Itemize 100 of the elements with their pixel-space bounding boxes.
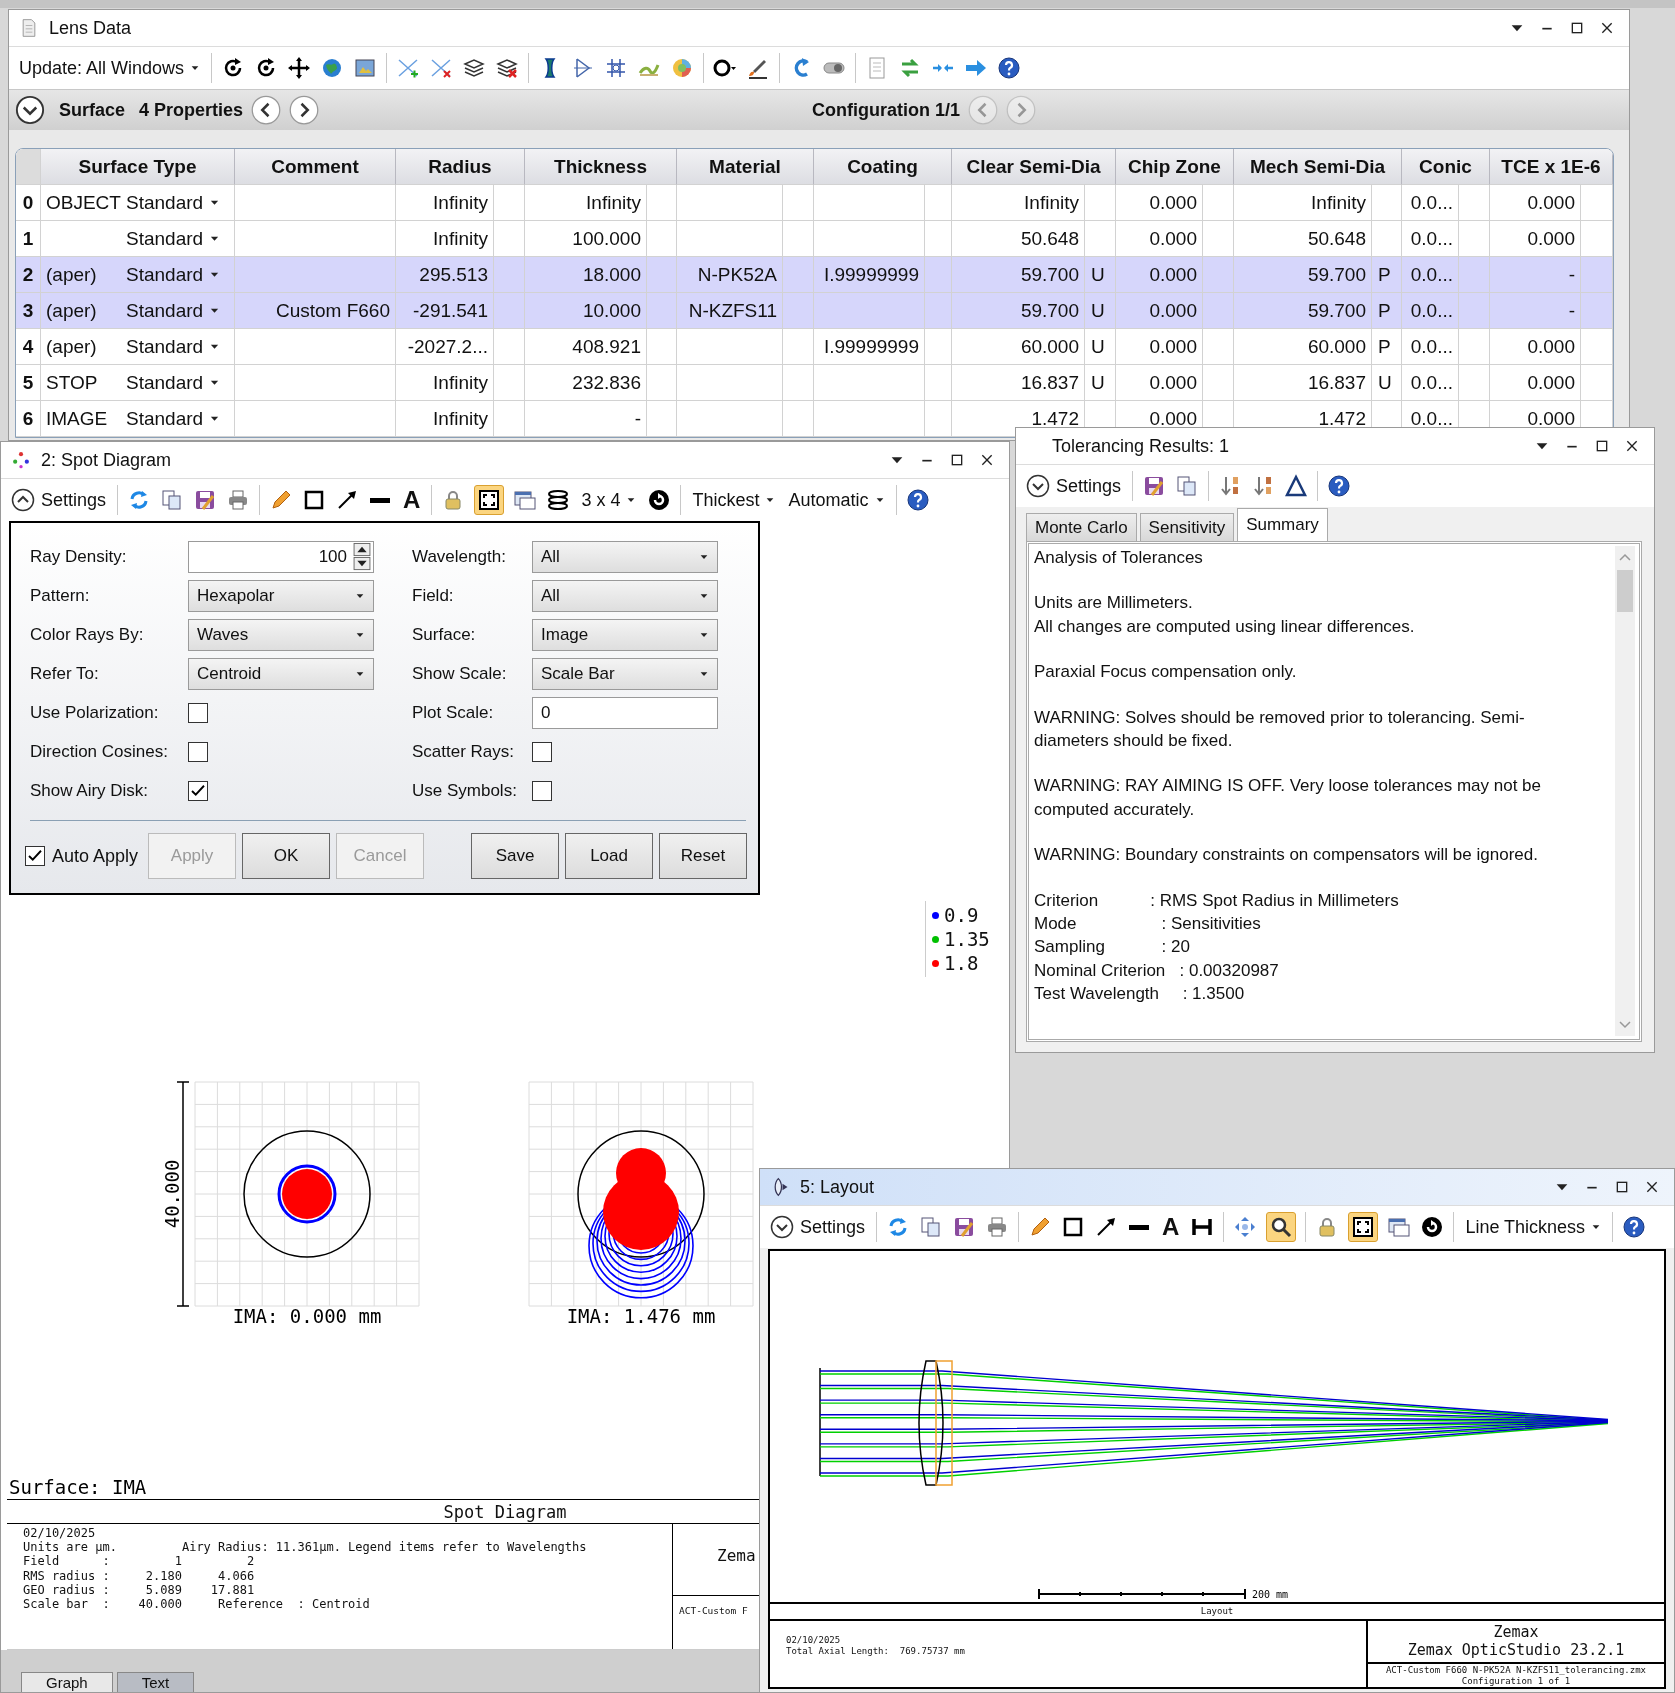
table-row[interactable]: 0 OBJECT Standard Infinity Infinity Infinity 0.000 Infinity 0.0... 0.000 [16, 185, 1613, 221]
dropdown-field[interactable]: Image [532, 618, 718, 651]
scrollbar[interactable] [1615, 546, 1635, 1036]
settings-button[interactable]: Settings [9, 488, 109, 512]
dropdown-field[interactable]: Scale Bar [532, 657, 718, 690]
brand-text: Zemax OpticStudio 23.2.1 [1406, 1641, 1626, 1659]
summary-text: Paraxial Focus compensation only. [1034, 661, 1298, 684]
tab[interactable]: Graph [21, 1672, 113, 1692]
field-label: Wavelength: [412, 546, 507, 567]
caret-icon [765, 495, 776, 505]
close-icon[interactable] [1624, 438, 1640, 454]
checkbox[interactable] [188, 780, 208, 801]
dropdown-field[interactable]: Hexapolar [188, 579, 374, 612]
summary-text: Mode : Sensitivities [1034, 913, 1262, 936]
checkbox-label[interactable]: Auto Apply [52, 845, 139, 867]
table-cell: Infinity [396, 401, 494, 437]
field-label: Use Polarization: [30, 702, 160, 723]
type-dropdown[interactable]: Standard [121, 401, 235, 437]
help-icon[interactable] [1327, 474, 1352, 498]
magnifier-toggle[interactable] [1266, 1212, 1297, 1242]
help-icon[interactable] [905, 488, 930, 512]
settings-button[interactable]: Settings [1024, 474, 1124, 498]
layers-icon[interactable] [546, 488, 571, 512]
settings-button[interactable]: Settings [768, 1215, 868, 1239]
dropdown-button[interactable]: Update: All Windows [17, 57, 203, 79]
dialog-button[interactable]: Load [565, 833, 654, 879]
window-icon[interactable] [1387, 1215, 1412, 1239]
help-icon[interactable] [1622, 1215, 1647, 1239]
window-title: Lens Data [49, 17, 132, 39]
dropdown-button[interactable]: Line Thickness [1463, 1216, 1604, 1238]
field-label: Pattern: [30, 585, 91, 606]
rotate-icon[interactable] [647, 488, 672, 512]
tab[interactable]: Sensitivity [1139, 513, 1235, 541]
window-icon[interactable] [513, 488, 538, 512]
close-icon[interactable] [979, 452, 995, 468]
table-row[interactable]: 1 Standard Infinity 100.000 50.648 0.000 50.648 0.0... 0.000 [16, 221, 1613, 257]
dropdown-field[interactable]: Waves [188, 618, 374, 651]
checkbox[interactable] [25, 846, 45, 866]
dialog-button[interactable]: OK [242, 833, 331, 879]
chevron-right-icon[interactable] [289, 95, 320, 125]
summary-text: WARNING: Boundary constraints on compensators will be ignored. [1034, 844, 1539, 867]
fit-frame-icon [1351, 1215, 1376, 1239]
tab[interactable]: Monte Carlo [1026, 513, 1137, 541]
spinner-icon[interactable] [353, 542, 371, 571]
table-row[interactable]: 4 (aper) Standard -2027.2... 408.921 I.99999999 60.000 U 0.000 60.000 P 0.0... 0.000 [16, 329, 1613, 365]
maximize-icon[interactable] [1594, 438, 1610, 454]
table-row[interactable]: 3 (aper) Standard Custom F660 -291.541 10.000 N-KZFS11 59.700 U 0.000 59.700 P 0.0... - [16, 293, 1613, 329]
info-text: Total Axial Length: 769.75737 mm [786, 1646, 966, 1657]
rotate-icon[interactable] [1420, 1215, 1445, 1239]
move-icon[interactable] [1233, 1215, 1258, 1239]
maximize-icon[interactable] [1569, 20, 1585, 36]
fit-frame-toggle[interactable] [1348, 1212, 1379, 1242]
table-row[interactable]: 2 (aper) Standard 295.513 18.000 N-PK52A I.99999999 59.700 U 0.000 59.700 P 0.0... - [16, 257, 1613, 293]
tab[interactable]: Text [116, 1672, 195, 1692]
fit-frame-icon [477, 488, 502, 512]
dropdown-button[interactable]: Thickest [690, 489, 778, 511]
summary-text: Units are Millimeters. [1034, 592, 1194, 615]
close-icon[interactable] [1644, 1179, 1660, 1195]
field-label: Direction Cosines: [30, 741, 169, 762]
checkbox[interactable] [188, 741, 208, 762]
table-row[interactable]: 5 STOP Standard Infinity 232.836 16.837 U 0.000 16.837 U 0.0... 0.000 [16, 365, 1613, 401]
info-text: 02/10/2025 [23, 1526, 97, 1541]
table-row[interactable]: 6 IMAGE Standard Infinity - 1.472 0.000 1.472 0.0... 0.000 [16, 401, 1613, 437]
dialog-button[interactable]: Save [471, 833, 560, 879]
close-icon[interactable] [1599, 20, 1615, 36]
checkbox[interactable] [532, 741, 552, 762]
ray-add-icon[interactable] [396, 56, 421, 80]
dropdown-button[interactable]: Automatic [786, 489, 887, 511]
dropdown-field[interactable]: All [532, 540, 718, 573]
chevron-down-icon[interactable] [15, 95, 45, 125]
dropdown-field[interactable]: All [532, 579, 718, 612]
number-field[interactable]: 100 [188, 540, 374, 573]
dialog-button[interactable]: Reset [659, 833, 748, 879]
crosshair-icon[interactable] [287, 56, 312, 80]
dropdown-button[interactable]: 3 x 4 [579, 489, 639, 511]
stack-icon[interactable] [462, 56, 487, 80]
summary-text: WARNING: Solves should be removed prior to tolerancing. Semi-diameters should be fixed. [1034, 706, 1526, 753]
help-icon[interactable] [997, 56, 1022, 80]
stack-remove-icon[interactable] [495, 56, 520, 80]
text-tool-button[interactable]: A [1160, 1215, 1182, 1239]
table-cell: IMAGE [41, 401, 121, 437]
chevron-left-icon[interactable] [251, 95, 282, 125]
map-icon[interactable] [353, 56, 378, 80]
info-text: GEO radius : 5.089 17.881 [23, 1582, 256, 1597]
text-field[interactable]: 0 [532, 696, 718, 729]
field-label: Plot Scale: [412, 702, 495, 723]
fit-frame-toggle[interactable] [474, 485, 505, 515]
checkbox[interactable] [532, 780, 552, 801]
legend-label: 0.9 [944, 904, 979, 926]
ray-remove-icon[interactable] [429, 56, 454, 80]
caret-icon [874, 495, 885, 505]
checkbox[interactable] [188, 702, 208, 723]
tab[interactable]: Summary [1237, 508, 1328, 541]
text-tool-button[interactable]: A [401, 488, 423, 512]
brand-text: Zemax [1492, 1623, 1540, 1641]
maximize-icon[interactable] [949, 452, 965, 468]
triangle-icon[interactable] [1284, 474, 1309, 498]
maximize-icon[interactable] [1614, 1179, 1630, 1195]
company-label: Zema [717, 1546, 756, 1565]
dropdown-field[interactable]: Centroid [188, 657, 374, 690]
